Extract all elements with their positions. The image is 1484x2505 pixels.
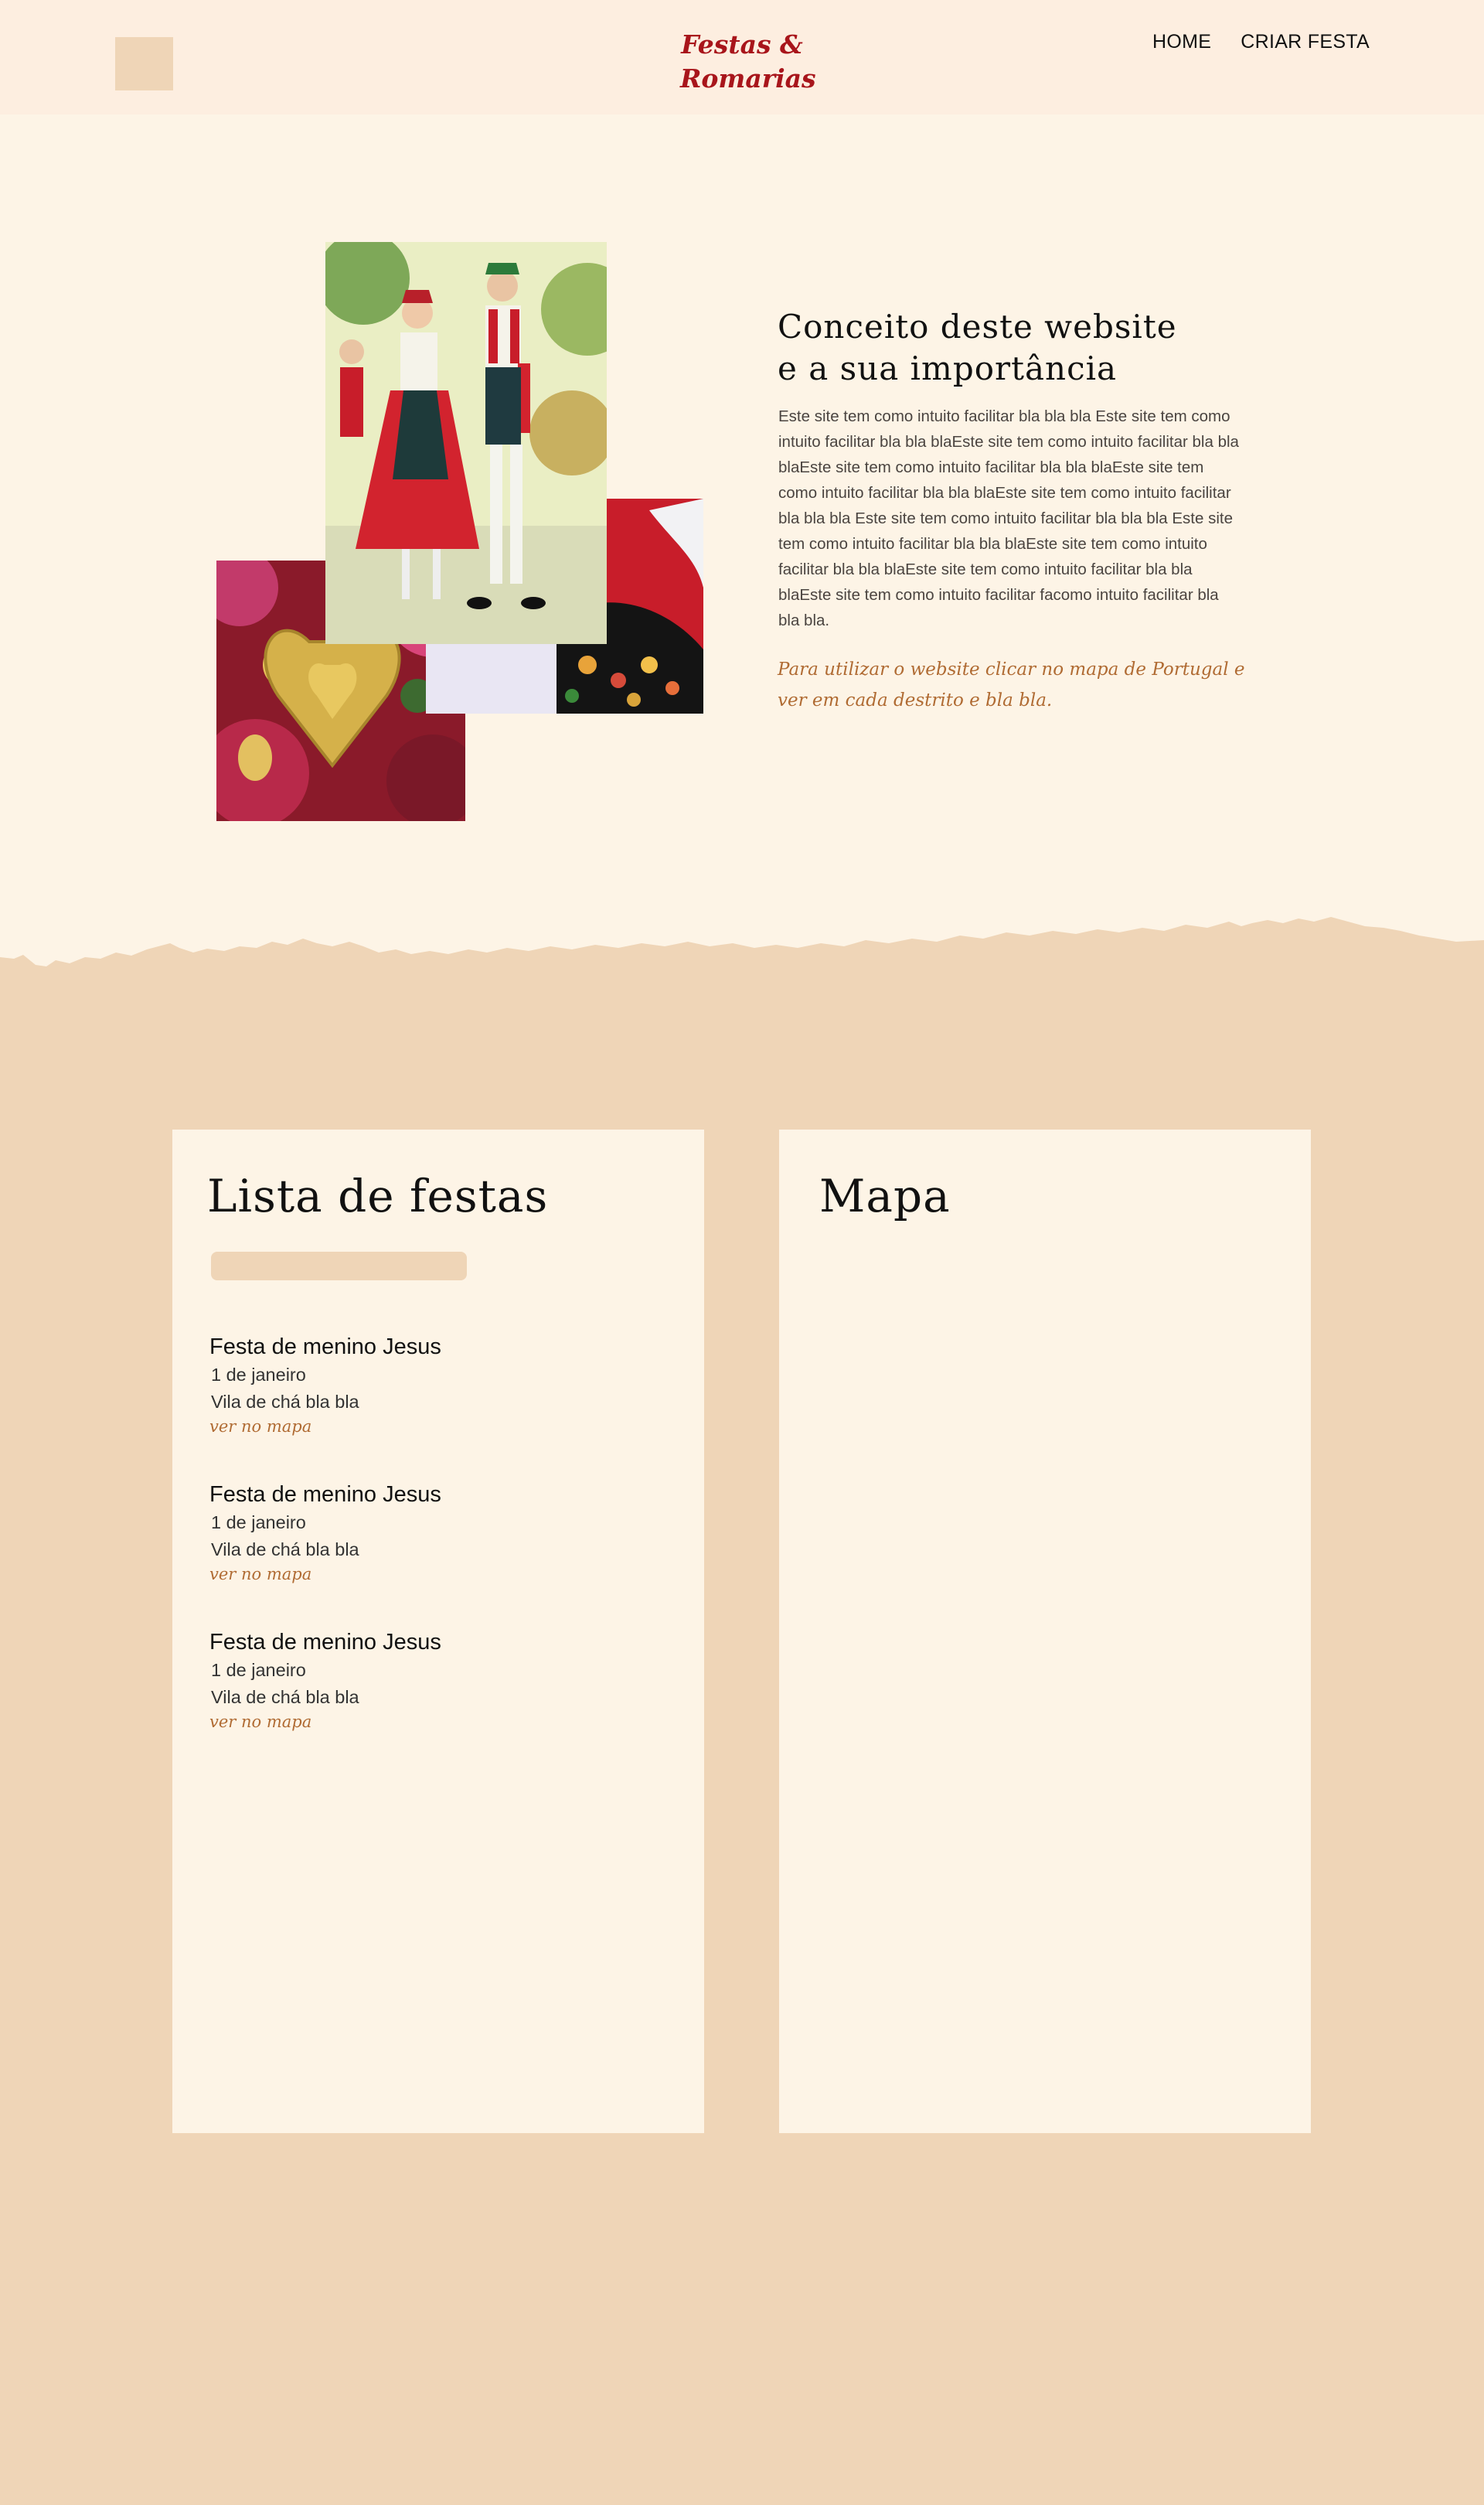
nav-create-festa-link[interactable]: CRIAR FESTA (1241, 31, 1370, 53)
main-nav: HOME CRIAR FESTA (1152, 31, 1370, 53)
view-on-map-link[interactable]: ver no mapa (209, 1711, 311, 1733)
festa-date: 1 de janeiro (211, 1365, 306, 1385)
festa-name: Festa de menino Jesus (209, 1630, 441, 1655)
festa-location: Vila de chá bla bla (211, 1392, 359, 1412)
portugal-map-area[interactable] (810, 1246, 1280, 2104)
festa-name: Festa de menino Jesus (209, 1334, 441, 1359)
map-panel: Mapa (779, 1130, 1311, 2133)
list-panel-title: Lista de festas (207, 1170, 549, 1222)
view-on-map-link[interactable]: ver no mapa (209, 1416, 311, 1437)
intro-title: Conceito deste website e a sua importânc… (778, 306, 1257, 390)
intro-title-line-1: Conceito deste website (778, 308, 1177, 346)
festas-list-panel: Lista de festas Festa de menino Jesus 1 … (172, 1130, 704, 2133)
intro-body-text: Este site tem como intuito facilitar bla… (778, 407, 1239, 629)
map-panel-title: Mapa (819, 1170, 951, 1222)
intro-title-line-2: e a sua importância (778, 349, 1118, 387)
intro-instruction-text: Para utilizar o website clicar no mapa d… (778, 659, 1245, 711)
festa-name: Festa de menino Jesus (209, 1482, 441, 1507)
hero-image-collage (216, 242, 703, 821)
festa-location: Vila de chá bla bla (211, 1539, 359, 1559)
nav-home-link[interactable]: HOME (1152, 31, 1211, 53)
list-item: Festa de menino Jesus 1 de janeiro Vila … (209, 1332, 673, 1480)
list-item: Festa de menino Jesus 1 de janeiro Vila … (209, 1480, 673, 1627)
folk-dancers-illustration (325, 242, 607, 644)
view-on-map-link[interactable]: ver no mapa (209, 1563, 311, 1585)
festa-location: Vila de chá bla bla (211, 1687, 359, 1707)
festa-date: 1 de janeiro (211, 1660, 306, 1680)
list-item: Festa de menino Jesus 1 de janeiro Vila … (209, 1627, 673, 1775)
festa-date: 1 de janeiro (211, 1512, 306, 1532)
festas-search-input[interactable] (211, 1252, 467, 1280)
torn-paper-divider (0, 917, 1484, 1005)
festas-list: Festa de menino Jesus 1 de janeiro Vila … (209, 1332, 673, 1775)
